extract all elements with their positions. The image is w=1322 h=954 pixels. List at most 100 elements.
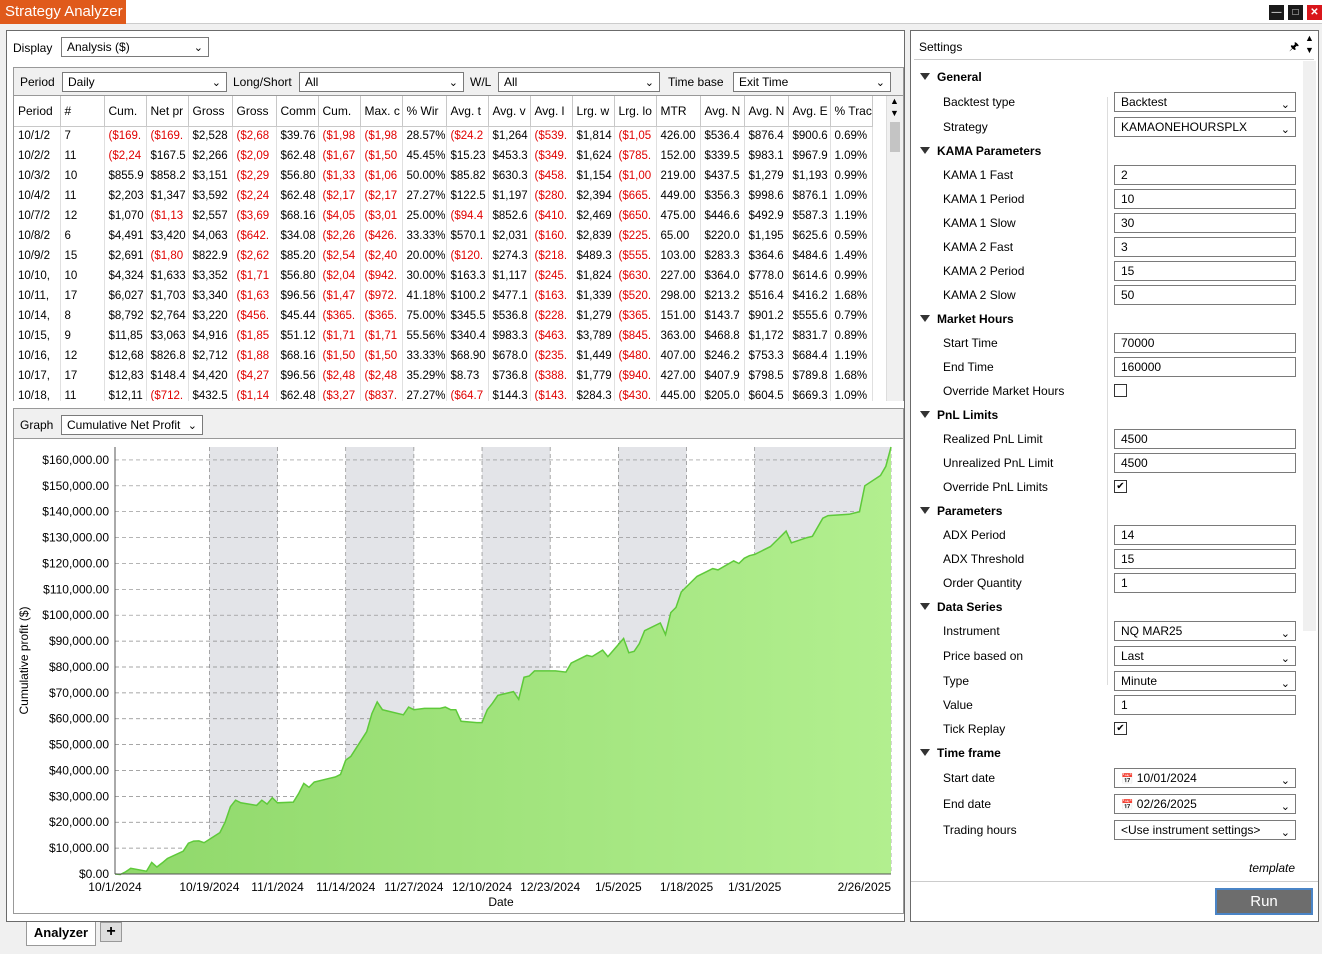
table-row[interactable]: 10/15, 9 $11,85 $3,063 $4,916 ($1,85 $51.12 ($1… — [14, 326, 873, 346]
pin-icon[interactable]: 🖈 — [1289, 38, 1299, 57]
column-header[interactable]: Avg. N — [700, 96, 745, 127]
column-header[interactable]: MTR — [656, 96, 701, 127]
column-header[interactable]: Period — [14, 96, 61, 127]
template-link[interactable]: template — [1249, 861, 1295, 875]
column-header[interactable]: Avg. N — [744, 96, 789, 127]
table-row[interactable]: 10/3/2 10 $855.9 $858.2 $3,151 ($2,29 $56.80 ($… — [14, 166, 873, 186]
column-header[interactable]: Cum. — [104, 96, 147, 127]
table-cell: $8.73 — [446, 366, 489, 386]
end-time-input[interactable]: 160000 — [1114, 357, 1296, 377]
add-tab-button[interactable]: + — [100, 922, 122, 942]
override-pnl-checkbox[interactable]: ✔ — [1114, 480, 1127, 493]
calendar-icon[interactable]: 📅 — [1121, 800, 1133, 811]
category-data-series[interactable]: Data Series — [911, 596, 1306, 618]
kama2-slow-input[interactable]: 50 — [1114, 285, 1296, 305]
scroll-up-icon[interactable]: ▲ — [890, 96, 899, 106]
instrument-select[interactable]: NQ MAR25 ⌄ — [1114, 621, 1296, 641]
kama1-fast-input[interactable]: 2 — [1114, 165, 1296, 185]
override-market-checkbox[interactable] — [1114, 384, 1127, 397]
category-general[interactable]: General — [911, 66, 1306, 88]
value-input[interactable]: 1 — [1114, 695, 1296, 715]
column-header[interactable]: Gross — [188, 96, 233, 127]
collapse-triangle-icon[interactable] — [920, 73, 930, 80]
table-row[interactable]: 10/7/2 12 $1,070 ($1,13 $2,557 ($3,69 $68.16 ($… — [14, 206, 873, 226]
column-header[interactable]: Max. c — [360, 96, 403, 127]
category-time-frame[interactable]: Time frame — [911, 742, 1306, 764]
period-select[interactable]: Daily ⌄ — [62, 72, 227, 92]
table-row[interactable]: 10/17, 17 $12,83 $148.4 $4,420 ($4,27 $96.56 ($… — [14, 366, 873, 386]
kama2-fast-input[interactable]: 3 — [1114, 237, 1296, 257]
column-header[interactable]: Gross — [232, 96, 277, 127]
category-pnl-limits[interactable]: PnL Limits — [911, 404, 1306, 426]
run-button[interactable]: Run — [1215, 888, 1313, 915]
collapse-triangle-icon[interactable] — [920, 603, 930, 610]
collapse-triangle-icon[interactable] — [920, 315, 930, 322]
column-header[interactable]: % Trac — [830, 96, 873, 127]
collapse-triangle-icon[interactable] — [920, 749, 930, 756]
category-parameters[interactable]: Parameters — [911, 500, 1306, 522]
collapse-triangle-icon[interactable] — [920, 507, 930, 514]
timebase-select[interactable]: Exit Time ⌄ — [733, 72, 891, 92]
table-scrollbar[interactable]: ▲ ▼ — [886, 96, 903, 401]
table-row[interactable]: 10/11, 17 $6,027 $1,703 $3,340 ($1,63 $96.56 ($… — [14, 286, 873, 306]
type-select[interactable]: Minute ⌄ — [1114, 671, 1296, 691]
column-header[interactable]: Lrg. w — [572, 96, 615, 127]
column-header[interactable]: Net pr — [146, 96, 189, 127]
kama2-period-input[interactable]: 15 — [1114, 261, 1296, 281]
strategy-select[interactable]: KAMAONEHOURSPLX ⌄ — [1114, 117, 1296, 137]
collapse-triangle-icon[interactable] — [920, 411, 930, 418]
tick-replay-label: Tick Replay — [943, 722, 1006, 736]
chevron-down-icon: ⌄ — [211, 77, 221, 89]
kama1-slow-input[interactable]: 30 — [1114, 213, 1296, 233]
tick-replay-checkbox[interactable]: ✔ — [1114, 722, 1127, 735]
scroll-thumb[interactable] — [890, 122, 900, 152]
column-header[interactable]: Avg. v — [488, 96, 531, 127]
close-button[interactable]: ✕ — [1307, 5, 1322, 20]
table-row[interactable]: 10/10, 10 $4,324 $1,633 $3,352 ($1,71 $56.80 ($… — [14, 266, 873, 286]
category-market-hours[interactable]: Market Hours — [911, 308, 1306, 330]
category-kama[interactable]: KAMA Parameters — [911, 140, 1306, 162]
table-row[interactable]: 10/1/2 7 ($169. ($169. $2,528 ($2,68 $39.76 ($1… — [14, 126, 873, 146]
column-header[interactable]: Cum. — [318, 96, 361, 127]
table-cell: ($2,68 — [232, 126, 277, 146]
scroll-down-icon[interactable]: ▼ — [890, 108, 899, 118]
start-date-picker[interactable]: 📅 10/01/2024 ⌄ — [1114, 768, 1296, 788]
column-header[interactable]: Comm — [276, 96, 319, 127]
table-row[interactable]: 10/16, 12 $12,68 $826.8 $2,712 ($1,88 $68.16 ($… — [14, 346, 873, 366]
longshort-select[interactable]: All ⌄ — [299, 72, 464, 92]
display-select[interactable]: Analysis ($) ⌄ — [61, 37, 209, 57]
minimize-button[interactable]: — — [1269, 5, 1284, 20]
adx-threshold-input[interactable]: 15 — [1114, 549, 1296, 569]
trading-hours-select[interactable]: <Use instrument settings> ⌄ — [1114, 820, 1296, 840]
table-row[interactable]: 10/18, 11 $12,11 ($712. $432.5 ($1,14 $62.48 ($… — [14, 386, 873, 401]
calendar-icon[interactable]: 📅 — [1121, 774, 1133, 785]
backtest-type-select[interactable]: Backtest ⌄ — [1114, 92, 1296, 112]
column-header[interactable]: Avg. t — [446, 96, 489, 127]
table-row[interactable]: 10/9/2 15 $2,691 ($1,80 $822.9 ($2,62 $85.20 ($… — [14, 246, 873, 266]
end-date-picker[interactable]: 📅 02/26/2025 ⌄ — [1114, 794, 1296, 814]
wl-select[interactable]: All ⌄ — [498, 72, 660, 92]
price-based-select[interactable]: Last ⌄ — [1114, 646, 1296, 666]
realized-pnl-input[interactable]: 4500 — [1114, 429, 1296, 449]
table-row[interactable]: 10/2/2 11 ($2,24 $167.5 $2,266 ($2,09 $62.48 ($… — [14, 146, 873, 166]
order-quantity-input[interactable]: 1 — [1114, 573, 1296, 593]
scroll-up-icon[interactable]: ▲ — [1305, 33, 1314, 43]
table-row[interactable]: 10/14, 8 $8,792 $2,764 $3,220 ($456. $45.44 ($3… — [14, 306, 873, 326]
maximize-button[interactable]: □ — [1288, 5, 1303, 20]
collapse-triangle-icon[interactable] — [920, 147, 930, 154]
kama1-period-input[interactable]: 10 — [1114, 189, 1296, 209]
adx-period-input[interactable]: 14 — [1114, 525, 1296, 545]
column-header[interactable]: Avg. E — [788, 96, 831, 127]
column-header[interactable]: # — [60, 96, 105, 127]
table-row[interactable]: 10/8/2 6 $4,491 $3,420 $4,063 ($642. $34.08 ($2… — [14, 226, 873, 246]
start-time-input[interactable]: 70000 — [1114, 333, 1296, 353]
table-cell: $345.5 — [446, 306, 489, 326]
column-header[interactable]: Avg. l — [530, 96, 573, 127]
table-row[interactable]: 10/4/2 11 $2,203 $1,347 $3,592 ($2,24 $62.48 ($… — [14, 186, 873, 206]
tab-analyzer[interactable]: Analyzer — [26, 922, 96, 946]
column-header[interactable]: % Wir — [402, 96, 447, 127]
graph-select[interactable]: Cumulative Net Profit ⌄ — [61, 415, 203, 435]
scroll-down-icon[interactable]: ▼ — [1305, 45, 1314, 55]
column-header[interactable]: Lrg. lo — [614, 96, 657, 127]
unrealized-pnl-input[interactable]: 4500 — [1114, 453, 1296, 473]
